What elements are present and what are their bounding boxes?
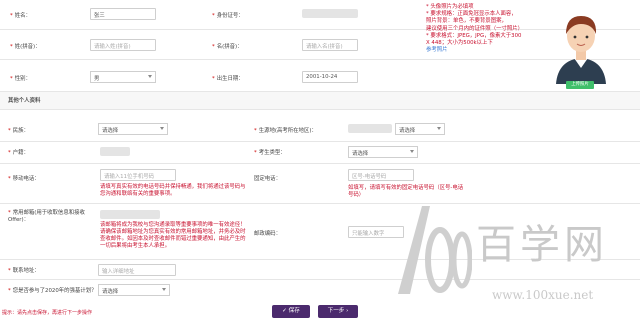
- watermark-url: www.100xue.net: [492, 288, 594, 302]
- mobile-label: * 移动电话：: [8, 176, 40, 182]
- given-pinyin-label: * 名(拼音)：: [212, 44, 243, 50]
- landline-input[interactable]: 区号-电话号码: [348, 169, 414, 181]
- hukou-label: * 户籍：: [8, 150, 29, 156]
- postcode-label: 邮政编码：: [254, 231, 281, 237]
- plan-value: 请选择: [102, 289, 119, 295]
- gender-value: 男: [94, 76, 100, 82]
- chevron-down-icon: [162, 288, 166, 291]
- surname-pinyin-input[interactable]: 请输入姓(拼音): [90, 39, 156, 51]
- row-gender-birth: * 性别： 男 * 出生日期： 2001-10-24: [0, 60, 640, 92]
- next-step-button[interactable]: 下一步 ›: [318, 305, 358, 318]
- avatar[interactable]: [548, 6, 614, 84]
- photo-note: * 要求格式：JPEG，JPG，像素大于300: [426, 32, 522, 39]
- email-note: 该邮箱将成为我校与您沟通录取等重要事项的唯一有效途径！请确保该邮箱地址为您真实有…: [100, 222, 246, 249]
- candidate-type-value: 请选择: [352, 151, 369, 157]
- save-button[interactable]: ✓ 保存: [272, 305, 310, 318]
- watermark-logo: 百学网 www.100xue.net: [392, 196, 632, 316]
- watermark-chars: 百学网: [476, 222, 608, 268]
- candidate-type-label: * 考生类型：: [254, 150, 286, 156]
- photo-note: 建议使用三个月内的证件照（一寸照片）: [426, 25, 524, 32]
- chevron-down-icon: [437, 127, 441, 130]
- residence-value: 请选择: [399, 128, 416, 134]
- footer-hint: 提示：请先点击保存，再进行下一步操作: [2, 310, 93, 316]
- email-label: * 常用邮箱(用于收取信息和接收Offer)：: [8, 210, 85, 223]
- email-redacted[interactable]: [100, 210, 160, 219]
- gender-label: * 性别：: [10, 76, 31, 82]
- plan-select[interactable]: 请选择: [98, 284, 170, 296]
- chevron-down-icon: [160, 127, 164, 130]
- id-number-label: * 身份证号：: [212, 13, 244, 19]
- photo-requirements: * 头像照片为必填项 * 要求规格：正面免冠显示本人面容， 照片背景：单色，不要…: [426, 4, 542, 54]
- hukou-redacted[interactable]: [100, 147, 130, 156]
- surname-pinyin-label: * 姓(拼音)：: [10, 44, 41, 50]
- mobile-note: 请填写真实有效的电话号码并保持畅通，我们将通过该号码与您沟通和联络有关的重要事项…: [100, 184, 246, 197]
- upload-photo-button[interactable]: 上传照片: [566, 81, 594, 89]
- nation-select[interactable]: 请选择: [98, 123, 168, 135]
- address-input[interactable]: 输入详细地址: [98, 264, 176, 276]
- id-number-redacted[interactable]: [302, 9, 358, 18]
- name-label: * 姓名：: [10, 13, 31, 19]
- gender-select[interactable]: 男: [90, 71, 156, 83]
- plan-label: * 您是否参与了2020年的强基计划？: [8, 288, 97, 294]
- watermark-100-graphic: [398, 206, 472, 294]
- residence-select[interactable]: 请选择: [395, 123, 445, 135]
- row-nation: * 民族： 请选择 * 生源地(高考所在地区)： 请选择: [0, 116, 640, 142]
- given-pinyin-input[interactable]: 请输入名(拼音): [302, 39, 358, 51]
- chevron-down-icon: [410, 150, 414, 153]
- mobile-input[interactable]: 请输入11位手机号码: [100, 169, 176, 181]
- nation-label: * 民族：: [8, 128, 29, 134]
- candidate-type-select[interactable]: 请选择: [348, 146, 418, 158]
- photo-note: 照片背景：单色，不要背景图案，: [426, 18, 507, 25]
- birth-date-input[interactable]: 2001-10-24: [302, 71, 358, 83]
- reference-photo-link[interactable]: 参考照片: [426, 47, 542, 54]
- birth-date-label: * 出生日期：: [212, 76, 244, 82]
- row-pinyin: * 姓(拼音)： 请输入姓(拼音) * 名(拼音)： 请输入名(拼音): [0, 30, 640, 60]
- landline-label: 固定电话：: [254, 176, 281, 182]
- residence-province-redacted[interactable]: [348, 124, 392, 133]
- chevron-down-icon: [148, 75, 152, 78]
- row-name: * 姓名： 张三 * 身份证号：: [0, 0, 640, 30]
- nation-value: 请选择: [102, 128, 119, 134]
- avatar-person-icon: [556, 16, 606, 84]
- section-title: 其他个人资料: [8, 98, 41, 104]
- name-input[interactable]: 张三: [90, 8, 156, 20]
- residence-label: * 生源地(高考所在地区)：: [254, 128, 317, 134]
- row-hukou: * 户籍： * 考生类型： 请选择: [0, 142, 640, 164]
- section-header: 其他个人资料: [0, 92, 640, 110]
- address-label: * 联系地址：: [8, 268, 40, 274]
